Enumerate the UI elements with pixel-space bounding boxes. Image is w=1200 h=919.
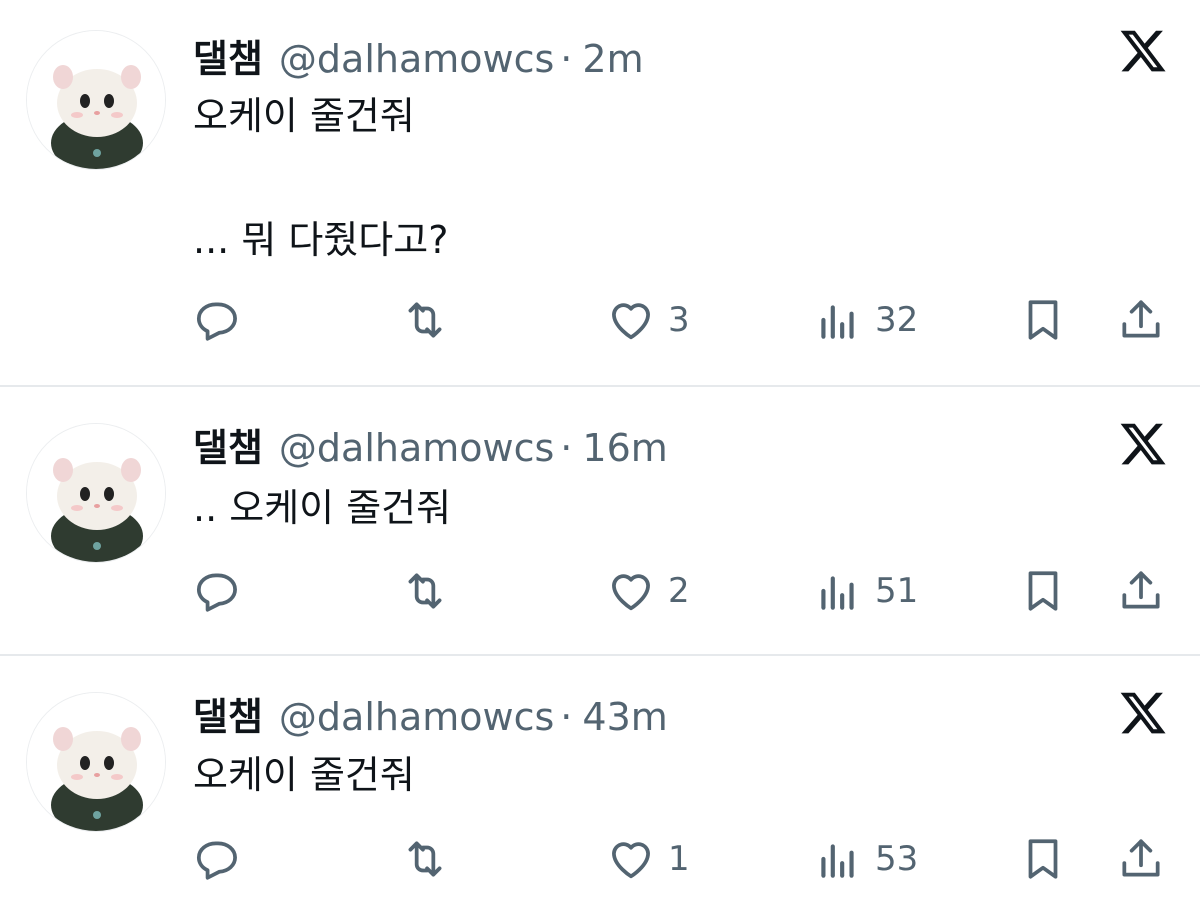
- reply-icon: [196, 573, 237, 612]
- tweet-2[interactable]: 댈챔 @dalhamowcs · 16m .. 오케이 줄건줘 2 51: [0, 387, 1200, 654]
- action-bar: 3 32: [0, 290, 1200, 350]
- like-count: 3: [668, 300, 690, 340]
- bookmark-icon: [1028, 300, 1058, 340]
- tweet-1[interactable]: 댈챔 @dalhamowcs · 2m 오케이 줄건줘 ... 뭐 다줬다고? …: [0, 0, 1200, 385]
- tweet-text: 오케이 줄건줘 ... 뭐 다줬다고?: [193, 94, 449, 262]
- views-button[interactable]: 53: [813, 829, 918, 889]
- reply-icon: [196, 302, 237, 341]
- timestamp[interactable]: 43m: [582, 695, 667, 739]
- separator-dot: ·: [560, 426, 573, 470]
- tweet-header: 댈챔 @dalhamowcs · 16m: [193, 417, 668, 473]
- bookmark-icon: [1028, 839, 1058, 879]
- display-name[interactable]: 댈챔: [193, 28, 263, 83]
- user-handle[interactable]: @dalhamowcs: [279, 37, 554, 81]
- separator-dot: ·: [560, 695, 573, 739]
- tweet-3[interactable]: 댈챔 @dalhamowcs · 43m 오케이 줄건줘 1 53: [0, 656, 1200, 919]
- views-button[interactable]: 51: [813, 561, 918, 621]
- views-icon: [821, 576, 854, 610]
- separator-dot: ·: [560, 37, 573, 81]
- repost-button[interactable]: [398, 829, 452, 889]
- bookmark-icon: [1028, 571, 1058, 611]
- user-handle[interactable]: @dalhamowcs: [279, 426, 554, 470]
- avatar[interactable]: [26, 692, 166, 832]
- timestamp[interactable]: 16m: [582, 426, 667, 470]
- tweet-text: .. 오케이 줄건줘: [193, 486, 452, 530]
- share-button[interactable]: [1116, 561, 1166, 621]
- tweet-text: 오케이 줄건줘: [193, 753, 415, 797]
- like-button[interactable]: 2: [606, 561, 690, 621]
- reply-icon: [196, 841, 237, 880]
- action-bar: 1 53: [0, 829, 1200, 889]
- display-name[interactable]: 댈챔: [193, 686, 263, 741]
- share-icon: [1122, 571, 1160, 609]
- tweet-header: 댈챔 @dalhamowcs · 43m: [193, 686, 668, 742]
- timestamp[interactable]: 2m: [582, 37, 643, 81]
- heart-icon: [612, 574, 650, 611]
- repost-button[interactable]: [398, 290, 452, 350]
- x-logo-icon: [1120, 30, 1166, 72]
- display-name[interactable]: 댈챔: [193, 417, 263, 472]
- views-button[interactable]: 32: [813, 290, 918, 350]
- like-button[interactable]: 3: [606, 290, 690, 350]
- repost-icon: [408, 302, 442, 338]
- share-icon: [1122, 300, 1160, 338]
- heart-icon: [612, 842, 650, 879]
- reply-button[interactable]: [193, 561, 243, 621]
- x-logo-icon: [1120, 692, 1166, 734]
- x-logo-icon: [1120, 423, 1166, 465]
- like-count: 2: [668, 571, 690, 611]
- reply-button[interactable]: [193, 290, 243, 350]
- views-count: 32: [875, 300, 919, 340]
- like-count: 1: [668, 839, 690, 879]
- views-count: 53: [875, 839, 919, 879]
- repost-button[interactable]: [398, 561, 452, 621]
- repost-icon: [408, 841, 442, 877]
- avatar[interactable]: [26, 423, 166, 563]
- share-icon: [1122, 839, 1160, 877]
- bookmark-button[interactable]: [1018, 290, 1068, 350]
- share-button[interactable]: [1116, 290, 1166, 350]
- share-button[interactable]: [1116, 829, 1166, 889]
- like-button[interactable]: 1: [606, 829, 690, 889]
- views-icon: [821, 305, 854, 339]
- views-count: 51: [875, 571, 919, 611]
- tweet-header: 댈챔 @dalhamowcs · 2m: [193, 28, 644, 84]
- repost-icon: [408, 573, 442, 609]
- views-icon: [821, 844, 854, 878]
- bookmark-button[interactable]: [1018, 829, 1068, 889]
- user-handle[interactable]: @dalhamowcs: [279, 695, 554, 739]
- reply-button[interactable]: [193, 829, 243, 889]
- action-bar: 2 51: [0, 561, 1200, 621]
- heart-icon: [612, 303, 650, 340]
- bookmark-button[interactable]: [1018, 561, 1068, 621]
- avatar[interactable]: [26, 30, 166, 170]
